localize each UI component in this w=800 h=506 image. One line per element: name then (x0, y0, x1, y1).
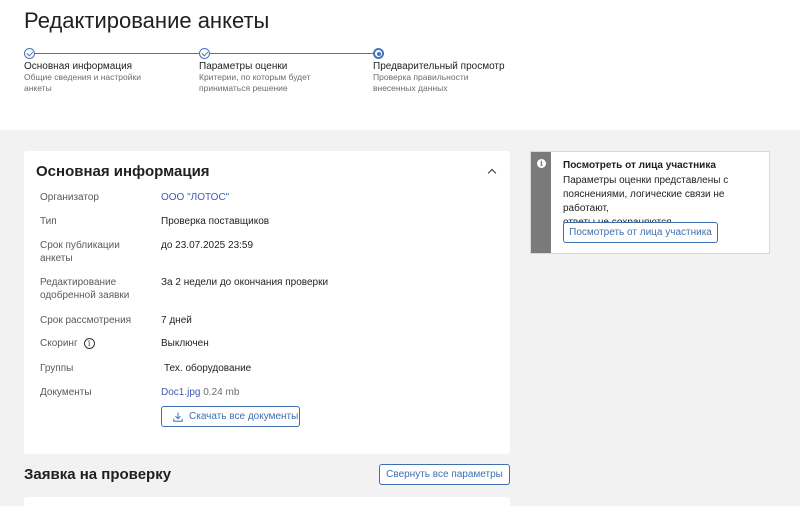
step-done-icon (24, 48, 35, 59)
step-desc: Критерии, по которым будет приниматься ре… (199, 72, 311, 93)
step-done-icon (199, 48, 210, 59)
step-title-main-info[interactable]: Основная информация (24, 61, 132, 72)
editing-label: Редактирование одобренной заявки (40, 277, 130, 301)
document-item: Doc1.jpg 0.24 mb (161, 386, 239, 399)
panel-title: Посмотреть от лица участника (563, 160, 716, 171)
step-title-preview[interactable]: Предварительный просмотр (373, 61, 505, 72)
step-title-params[interactable]: Параметры оценки (199, 61, 287, 72)
step-desc: Проверка правильности внесенных данных (373, 72, 469, 93)
collapse-all-button[interactable]: Свернуть все параметры (379, 464, 510, 485)
download-icon (173, 412, 183, 422)
review-label: Срок рассмотрения (40, 315, 132, 326)
view-as-participant-button[interactable]: Посмотреть от лица участника (563, 222, 718, 243)
stepper: Основная информация Общие сведения и нас… (24, 47, 584, 97)
card-title: Основная информация (36, 163, 210, 180)
download-all-label: Скачать все документы (189, 411, 299, 422)
review-value: 7 дней (161, 315, 192, 326)
request-card (24, 497, 510, 506)
step-connector (35, 53, 204, 54)
participant-preview-panel: i Посмотреть от лица участника Параметры… (530, 151, 770, 254)
header-area: Редактирование анкеты Основная информаци… (0, 0, 800, 130)
type-value: Проверка поставщиков (161, 216, 270, 227)
main-info-card: Основная информация Организатор ООО "ЛОТ… (24, 151, 510, 454)
panel-strip: i (531, 152, 551, 253)
download-all-button[interactable]: Скачать все документы (161, 406, 300, 427)
step-desc: Общие сведения и настройки анкеты (24, 72, 141, 93)
publication-label: Срок публикации анкеты (40, 240, 120, 264)
document-size: 0.24 mb (203, 387, 240, 398)
chevron-up-icon[interactable] (488, 167, 496, 175)
editing-value: За 2 недели до окончания проверки (161, 277, 329, 288)
publication-value: до 23.07.2025 23:59 (161, 240, 254, 251)
groups-label: Группы (40, 363, 74, 374)
organizer-link[interactable]: ООО "ЛОТОС" (161, 191, 229, 204)
section-title: Заявка на проверку (24, 466, 172, 483)
step-active-icon (373, 48, 384, 59)
step-connector (209, 53, 373, 54)
documents-label: Документы (40, 387, 92, 398)
page-title: Редактирование анкеты (24, 8, 270, 33)
document-link[interactable]: Doc1.jpg (161, 387, 200, 398)
type-label: Тип (40, 216, 57, 227)
scoring-value: Выключен (161, 338, 209, 349)
scoring-label: Скоринг i (40, 337, 95, 350)
organizer-label: Организатор (40, 192, 99, 203)
info-icon: i (537, 159, 546, 168)
groups-value: Тех. оборудование (164, 363, 252, 374)
info-icon[interactable]: i (83, 337, 95, 349)
